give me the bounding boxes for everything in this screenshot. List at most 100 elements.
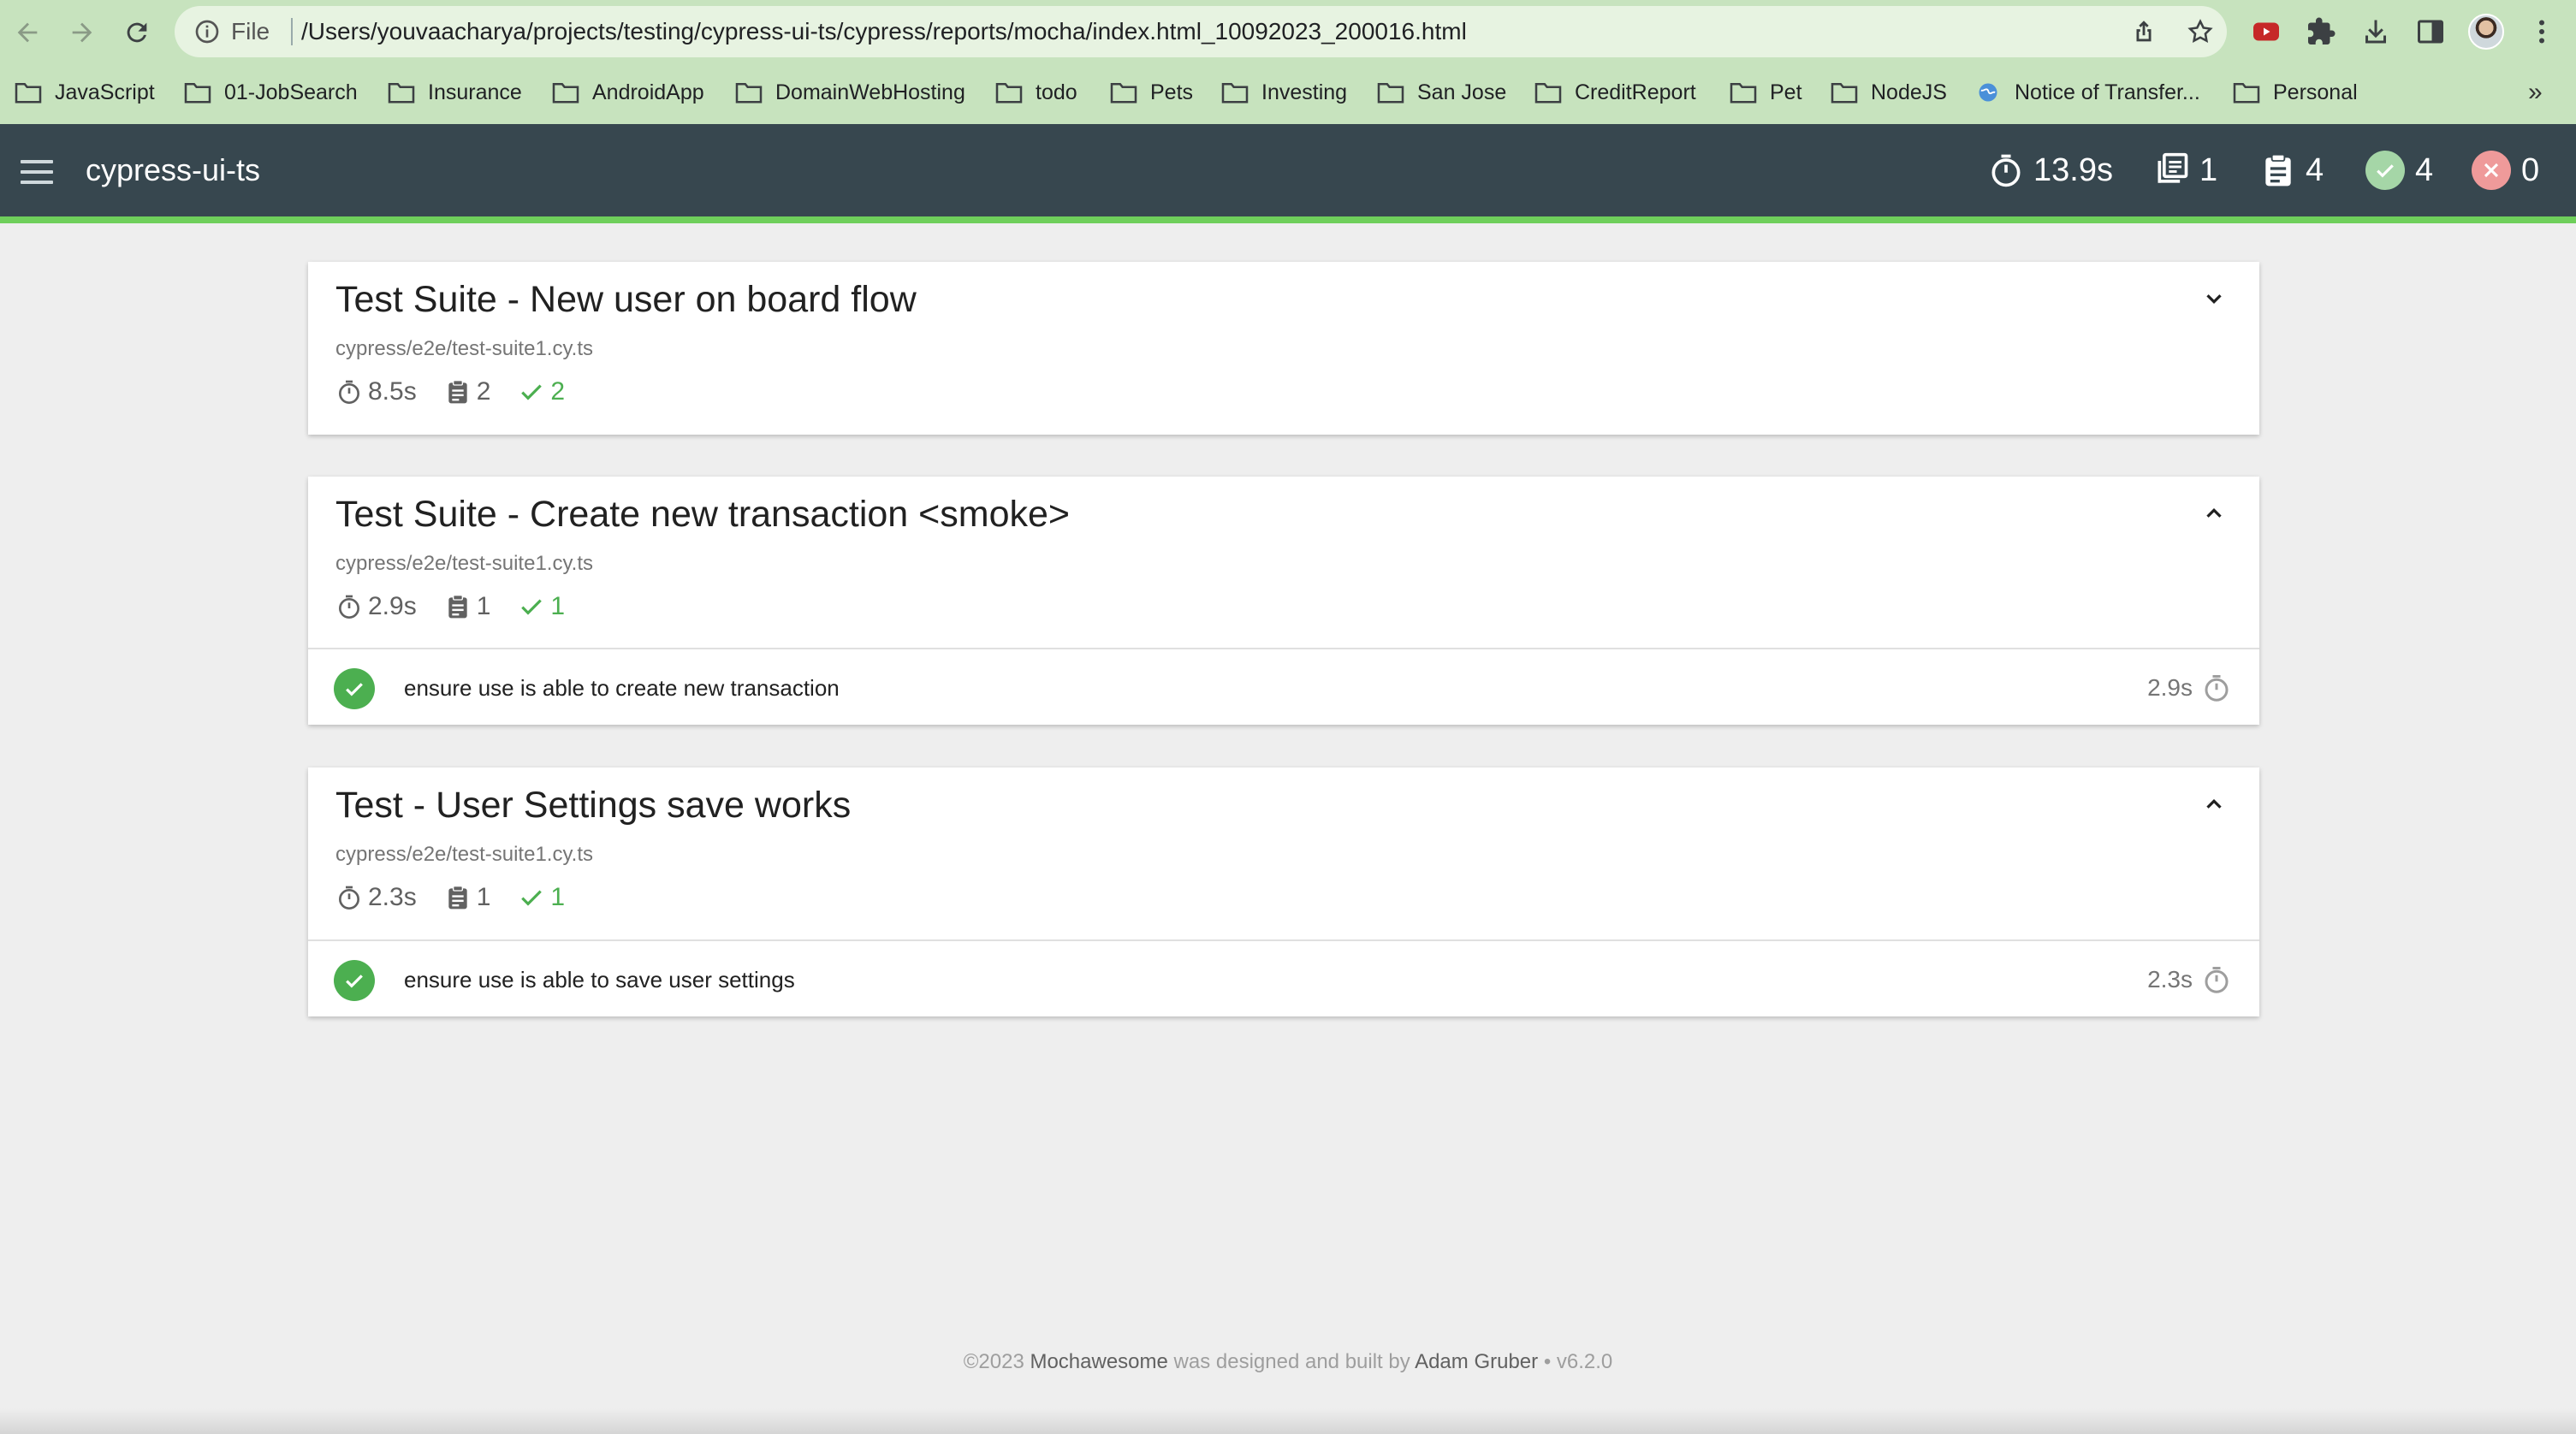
folder-icon <box>1110 82 1137 104</box>
downloads-button[interactable] <box>2357 13 2395 50</box>
suite-test-count: 1 <box>444 592 490 621</box>
menu-icon <box>2539 20 2544 44</box>
folder-icon <box>2233 82 2260 104</box>
footer-author-link[interactable]: Adam Gruber <box>1415 1350 1538 1373</box>
bookmark-notice-of-transfer[interactable]: Notice of Transfer... <box>1974 68 2200 116</box>
stopwatch-icon <box>339 380 359 404</box>
reload-button[interactable] <box>118 14 156 51</box>
info-icon[interactable] <box>193 18 221 45</box>
star-icon[interactable] <box>2186 17 2215 46</box>
clipboard-icon <box>448 595 467 619</box>
folder-icon <box>184 82 211 104</box>
bookmark-todo[interactable]: todo <box>994 68 1077 116</box>
suite-pass-count: 1 <box>518 592 565 621</box>
header-accent-bar <box>0 216 2576 223</box>
stopwatch-icon <box>339 886 359 910</box>
stopwatch-icon <box>2205 967 2229 993</box>
extensions-icon <box>2308 17 2336 44</box>
test-duration: 2.9s <box>2147 674 2193 701</box>
bookmark-investing[interactable]: Investing <box>1220 68 1347 116</box>
address-bar[interactable]: File /Users/youvaacharya/projects/testin… <box>175 6 2227 57</box>
pass-check-icon <box>334 960 375 1001</box>
suite-duration: 2.9s <box>335 592 417 621</box>
stat-tests[interactable]: 4 <box>2259 124 2324 216</box>
folder-icon <box>1221 82 1249 104</box>
url-text[interactable]: /Users/youvaacharya/projects/testing/cyp… <box>301 6 1467 57</box>
bookmark-nodejs[interactable]: NodeJS <box>1830 68 1947 116</box>
chevron-up-icon[interactable] <box>2201 791 2227 817</box>
globe-icon <box>1979 83 1997 102</box>
bookmark-domainwebhosting[interactable]: DomainWebHosting <box>734 68 965 116</box>
folder-icon <box>1377 82 1404 104</box>
suite-test-count: 2 <box>444 377 490 406</box>
suite-stats: 8.5s 2 2 <box>335 375 592 409</box>
folder-icon <box>1831 82 1858 104</box>
check-icon <box>521 384 543 400</box>
check-icon <box>2365 151 2405 190</box>
bookmark-personal[interactable]: Personal <box>2232 68 2358 116</box>
download-icon <box>2365 20 2386 44</box>
folder-icon <box>552 82 579 104</box>
suite-file: cypress/e2e/test-suite1.cy.ts <box>335 843 594 866</box>
suite-file: cypress/e2e/test-suite1.cy.ts <box>335 552 594 575</box>
chevron-up-icon[interactable] <box>2201 501 2227 526</box>
folder-icon <box>15 82 42 104</box>
window-bottom-edge <box>0 1408 2576 1434</box>
suite-card: Test Suite - New user on board flow cypr… <box>308 262 2259 435</box>
check-icon <box>521 890 543 906</box>
chevron-down-icon[interactable] <box>2201 286 2227 311</box>
suite-card: Test Suite - Create new transaction <smo… <box>308 477 2259 725</box>
reload-icon <box>127 22 147 43</box>
profile-avatar[interactable] <box>2468 14 2504 50</box>
stat-suites[interactable]: 1 <box>2153 124 2217 216</box>
youtube-icon <box>2253 22 2279 41</box>
test-name: ensure use is able to create new transac… <box>404 675 840 701</box>
bookmarks-overflow-button[interactable]: » <box>2528 68 2543 116</box>
stat-duration: 13.9s <box>1987 124 2113 216</box>
hamburger-icon[interactable] <box>21 160 53 184</box>
suite-title: Test - User Settings save works <box>335 785 852 826</box>
bookmark-pets[interactable]: Pets <box>1109 68 1193 116</box>
folder-icon <box>388 82 415 104</box>
bookmarks-bar: JavaScript 01-JobSearch Insurance Androi… <box>0 68 2576 116</box>
extensions-button[interactable] <box>2302 13 2340 50</box>
stat-passes[interactable]: 4 <box>2365 124 2433 216</box>
side-panel-button[interactable] <box>2412 13 2449 50</box>
bookmark-javascript[interactable]: JavaScript <box>14 68 155 116</box>
suite-stats: 2.9s 1 1 <box>335 590 592 624</box>
report-title: cypress-ui-ts <box>86 152 261 187</box>
report-header: cypress-ui-ts 13.9s 1 4 4 0 <box>0 124 2576 216</box>
bookmark-androidapp[interactable]: AndroidApp <box>551 68 704 116</box>
clipboard-icon <box>448 886 467 910</box>
test-row[interactable]: ensure use is able to create new transac… <box>308 648 2259 725</box>
bookmark-01-jobsearch[interactable]: 01-JobSearch <box>183 68 358 116</box>
footer-brand-link[interactable]: Mochawesome <box>1030 1350 1167 1373</box>
bookmark-pet[interactable]: Pet <box>1729 68 1802 116</box>
share-icon[interactable] <box>2129 17 2158 46</box>
bookmark-san-jose[interactable]: San Jose <box>1376 68 1506 116</box>
stopwatch-icon <box>339 595 359 619</box>
suite-stats: 2.3s 1 1 <box>335 880 592 915</box>
forward-button[interactable] <box>63 14 101 51</box>
suite-pass-count: 2 <box>518 377 565 406</box>
suite-pass-count: 1 <box>518 883 565 912</box>
stopwatch-icon <box>2205 675 2229 702</box>
browser-chrome: File /Users/youvaacharya/projects/testin… <box>0 0 2576 124</box>
bookmark-insurance[interactable]: Insurance <box>387 68 522 116</box>
stat-failures[interactable]: 0 <box>2472 124 2539 216</box>
stopwatch-icon <box>1991 154 2021 187</box>
sidepanel-icon <box>2418 20 2443 44</box>
youtube-extension[interactable] <box>2247 13 2285 50</box>
test-duration: 2.3s <box>2147 966 2193 993</box>
browser-menu-button[interactable] <box>2523 13 2561 50</box>
folder-icon <box>995 82 1023 104</box>
back-icon <box>17 22 38 43</box>
bookmark-creditreport[interactable]: CreditReport <box>1534 68 1696 116</box>
url-separator <box>291 18 293 45</box>
close-icon <box>2472 151 2511 190</box>
suite-duration: 8.5s <box>335 377 417 406</box>
pass-check-icon <box>334 668 375 709</box>
back-button[interactable] <box>9 14 46 51</box>
suites-icon <box>2158 152 2188 183</box>
test-row[interactable]: ensure use is able to save user settings… <box>308 939 2259 1016</box>
